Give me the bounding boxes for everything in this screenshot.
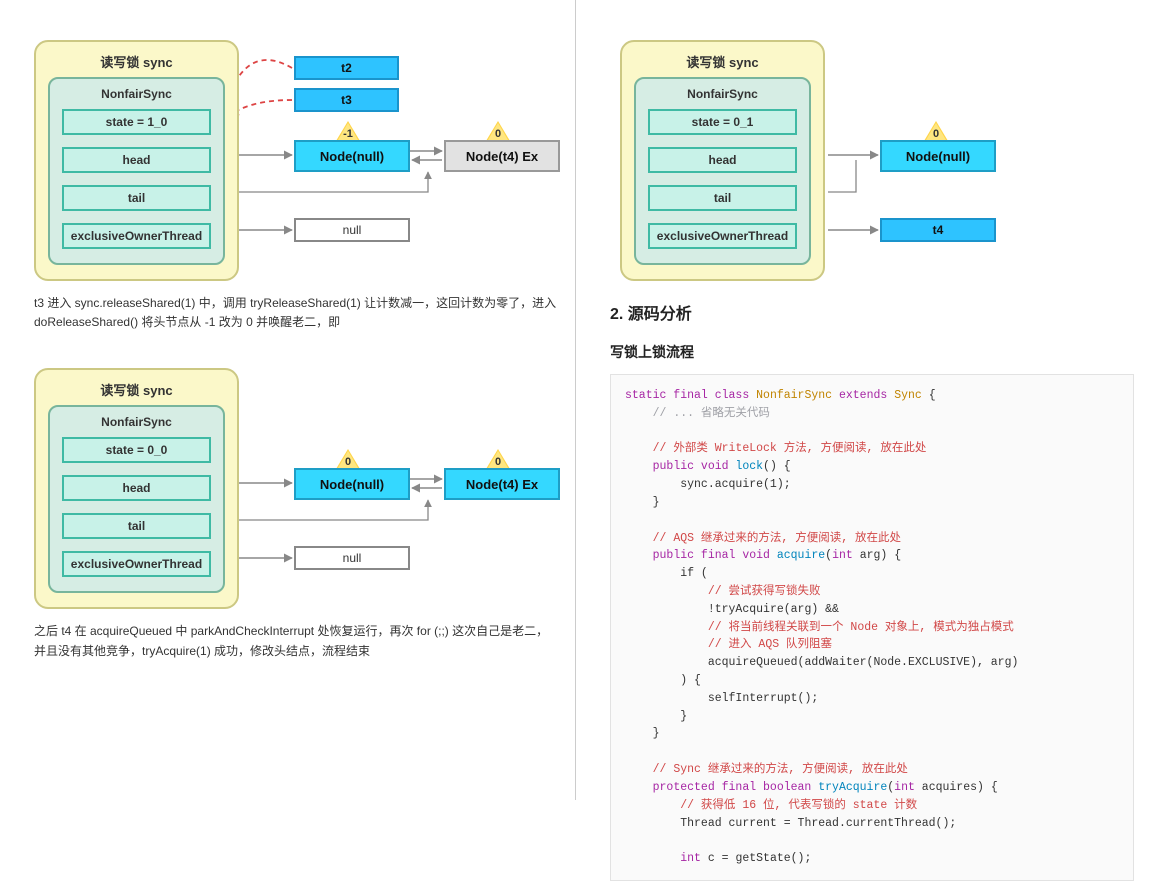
code-line: c = getState(); <box>708 852 812 865</box>
diagram-2: 读写锁 sync NonfairSync state = 0_0 head ta… <box>34 348 557 608</box>
code-comment: // 将当前线程关联到一个 Node 对象上, 模式为独占模式 <box>708 621 1014 634</box>
node-null: Node(null) <box>294 468 410 500</box>
head-slot: head <box>62 475 211 501</box>
paragraph-1: t3 进入 sync.releaseShared(1) 中，调用 tryRele… <box>34 294 557 332</box>
code-kw: extends <box>839 389 887 402</box>
state-slot: state = 1_0 <box>62 109 211 135</box>
node-null: Node(null) <box>294 140 410 172</box>
triangle-node-ex-label: 0 <box>486 128 510 140</box>
diagram-right: 读写锁 sync NonfairSync state = 0_1 head ta… <box>610 20 1134 280</box>
head-slot: head <box>648 147 797 173</box>
code-block: static final class NonfairSync extends S… <box>610 374 1134 881</box>
head-slot: head <box>62 147 211 173</box>
code-kw: int <box>680 852 701 865</box>
code-kw: int <box>832 549 853 562</box>
code-comment: // ... 省略无关代码 <box>653 407 770 420</box>
code-fn: tryAcquire <box>818 781 887 794</box>
right-column: 读写锁 sync NonfairSync state = 0_1 head ta… <box>575 0 1152 800</box>
code-line: Thread current = Thread.currentThread(); <box>680 817 956 830</box>
code-fn: acquire <box>777 549 825 562</box>
code-kw: protected final boolean <box>653 781 812 794</box>
code-comment: // Sync 继承过来的方法, 方便阅读, 放在此处 <box>653 763 908 776</box>
code-line: sync.acquire(1); <box>680 478 790 491</box>
code-comment: // 尝试获得写锁失败 <box>708 585 821 598</box>
exclusive-slot: exclusiveOwnerThread <box>62 223 211 249</box>
exclusive-slot: exclusiveOwnerThread <box>62 551 211 577</box>
subhead-write-lock: 写锁上锁流程 <box>610 342 1134 362</box>
code-line: acquireQueued(addWaiter(Node.EXCLUSIVE),… <box>708 656 1019 669</box>
triangle-node-label: 0 <box>924 128 948 140</box>
code-cls: Sync <box>894 389 922 402</box>
code-comment: // AQS 继承过来的方法, 方便阅读, 放在此处 <box>653 532 901 545</box>
exclusive-slot: exclusiveOwnerThread <box>648 223 797 249</box>
code-line: ) { <box>680 674 701 687</box>
code-line: if ( <box>680 567 708 580</box>
nonfair-title: NonfairSync <box>648 87 797 101</box>
left-column: 读写锁 sync NonfairSync state = 1_0 head ta… <box>0 0 575 800</box>
code-comment: // 外部类 WriteLock 方法, 方便阅读, 放在此处 <box>653 442 927 455</box>
sync-title: 读写锁 sync <box>48 52 225 71</box>
triangle-node-null-label: -1 <box>336 128 360 140</box>
nonfair-box: NonfairSync state = 0_1 head tail exclus… <box>634 77 811 265</box>
sync-title: 读写锁 sync <box>48 380 225 399</box>
code-comment: // 获得低 16 位, 代表写锁的 state 计数 <box>680 799 917 812</box>
code-kw: public void <box>653 460 729 473</box>
code-line: !tryAcquire(arg) && <box>708 603 839 616</box>
sync-box-right: 读写锁 sync NonfairSync state = 0_1 head ta… <box>620 40 825 281</box>
nonfair-title: NonfairSync <box>62 87 211 101</box>
tail-slot: tail <box>648 185 797 211</box>
code-arg: arg <box>860 549 881 562</box>
thread-t2: t2 <box>294 56 399 80</box>
code-arg: acquires <box>922 781 977 794</box>
node-t4-ex: Node(t4) Ex <box>444 140 560 172</box>
state-slot: state = 0_0 <box>62 437 211 463</box>
triangle-node-ex-label: 0 <box>486 456 510 468</box>
sync-box-2: 读写锁 sync NonfairSync state = 0_0 head ta… <box>34 368 239 609</box>
code-fn: lock <box>735 460 763 473</box>
sync-box-1: 读写锁 sync NonfairSync state = 1_0 head ta… <box>34 40 239 281</box>
diagram-1: 读写锁 sync NonfairSync state = 1_0 head ta… <box>34 20 557 280</box>
node-null: Node(null) <box>880 140 996 172</box>
section-title: 2. 源码分析 <box>610 300 1134 324</box>
code-line: selfInterrupt(); <box>708 692 818 705</box>
nonfair-box: NonfairSync state = 0_0 head tail exclus… <box>48 405 225 593</box>
null-box-1: null <box>294 218 410 242</box>
thread-t4: t4 <box>880 218 996 242</box>
page-root: 读写锁 sync NonfairSync state = 1_0 head ta… <box>0 0 1152 800</box>
null-box-2: null <box>294 546 410 570</box>
code-kw: public final void <box>653 549 770 562</box>
tail-slot: tail <box>62 185 211 211</box>
node-t4-ex: Node(t4) Ex <box>444 468 560 500</box>
sync-title: 读写锁 sync <box>634 52 811 71</box>
code-kw: static final class <box>625 389 749 402</box>
nonfair-title: NonfairSync <box>62 415 211 429</box>
triangle-node-null-label: 0 <box>336 456 360 468</box>
state-slot: state = 0_1 <box>648 109 797 135</box>
thread-t3: t3 <box>294 88 399 112</box>
tail-slot: tail <box>62 513 211 539</box>
code-comment: // 进入 AQS 队列阻塞 <box>708 638 832 651</box>
paragraph-2: 之后 t4 在 acquireQueued 中 parkAndCheckInte… <box>34 622 557 660</box>
code-cls: NonfairSync <box>756 389 832 402</box>
nonfair-box: NonfairSync state = 1_0 head tail exclus… <box>48 77 225 265</box>
code-kw: int <box>894 781 915 794</box>
